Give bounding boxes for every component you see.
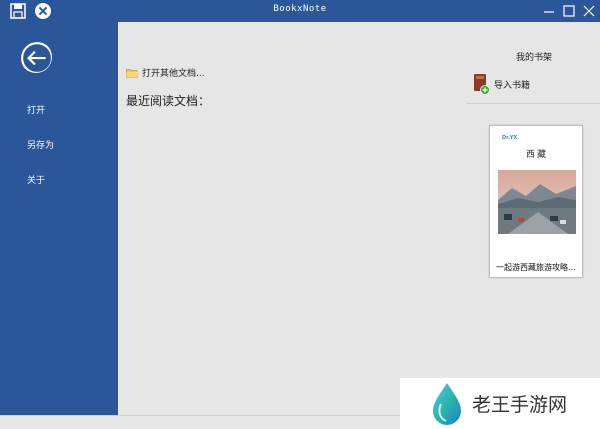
import-books-label: 导入书籍 bbox=[494, 80, 531, 91]
import-books-button[interactable]: 导入书籍 bbox=[472, 72, 530, 96]
divider bbox=[466, 103, 600, 104]
book-card[interactable]: Dr.YX 西藏 一起游西藏旅游攻略... bbox=[489, 125, 583, 278]
cover-logo: Dr.YX bbox=[502, 135, 518, 141]
recent-documents-heading: 最近阅读文档： bbox=[126, 94, 211, 108]
sidebar-item-about[interactable]: 关于 bbox=[27, 173, 45, 186]
open-other-label: 打开其他文档... bbox=[142, 69, 205, 79]
cover-photo bbox=[498, 170, 576, 234]
cover-title: 西藏 bbox=[525, 150, 548, 160]
maximize-icon[interactable] bbox=[560, 2, 578, 20]
watermark-text: 老王手游网 bbox=[472, 394, 568, 416]
book-title: 一起游西藏旅游攻略... bbox=[496, 263, 576, 272]
window-title: BookxNote bbox=[273, 4, 327, 14]
sidebar: 打开 另存为 关于 bbox=[0, 22, 118, 415]
bookshelf-heading: 我的书架 bbox=[516, 53, 553, 63]
watermark: 老王手游网 bbox=[400, 378, 600, 429]
close-icon[interactable] bbox=[580, 2, 598, 20]
title-bar: BookxNote bbox=[0, 0, 600, 22]
minimize-icon[interactable] bbox=[540, 2, 558, 20]
folder-icon bbox=[126, 68, 138, 78]
import-book-icon bbox=[474, 74, 490, 95]
back-arrow-icon[interactable] bbox=[20, 41, 52, 73]
sidebar-item-open[interactable]: 打开 bbox=[27, 103, 45, 116]
sidebar-item-save-as[interactable]: 另存为 bbox=[27, 138, 54, 151]
open-other-documents-link[interactable]: 打开其他文档... bbox=[126, 66, 205, 79]
status-bar bbox=[0, 415, 400, 429]
main-panel: 打开其他文档... 最近阅读文档： 我的书架 导入书籍 Dr.YX 西藏 一起游… bbox=[118, 22, 600, 415]
book-cover: Dr.YX 西藏 bbox=[498, 132, 576, 244]
droplet-logo-icon bbox=[433, 382, 461, 425]
